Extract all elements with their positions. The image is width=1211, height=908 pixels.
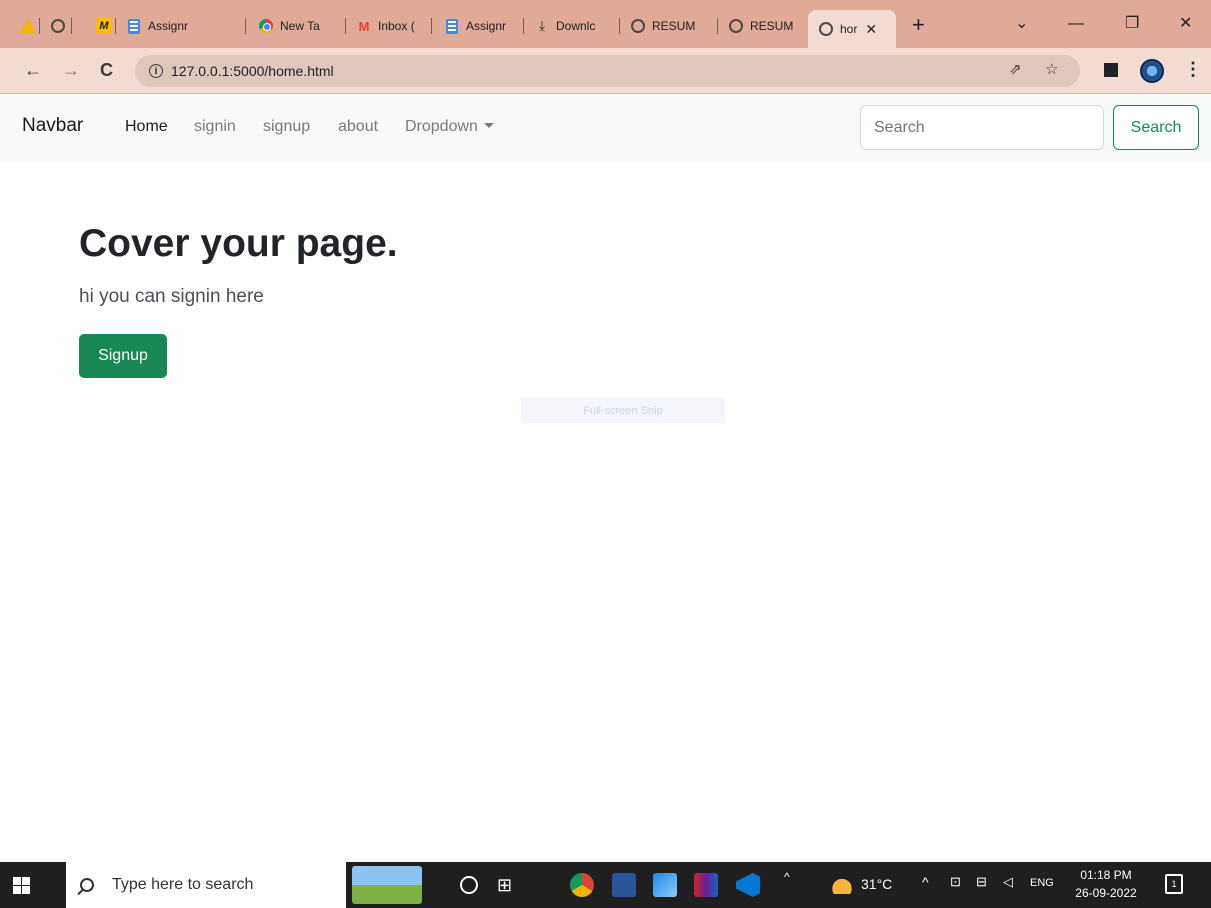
- nav-link-home[interactable]: Home: [125, 118, 168, 136]
- google-docs-icon: [444, 18, 460, 34]
- side-panel-icon[interactable]: [1104, 63, 1118, 77]
- nav-dropdown-label: Dropdown: [405, 118, 478, 135]
- tab-google-drive[interactable]: [14, 12, 40, 40]
- battery-icon[interactable]: ⊡: [950, 874, 961, 890]
- google-drive-icon: [20, 18, 36, 34]
- taskbar-search-box[interactable]: Type here to search: [66, 862, 346, 908]
- browser-toolbar: ← → C i 127.0.0.1:5000/home.html ⇗ ☆ ⋮: [0, 48, 1211, 94]
- tab-home-active[interactable]: hor ✕: [808, 10, 896, 48]
- tab-assignment-1[interactable]: Assignr: [120, 12, 246, 40]
- chrome-taskbar-icon[interactable]: [570, 873, 594, 897]
- minimize-button[interactable]: —: [1068, 14, 1084, 34]
- site-info-icon[interactable]: i: [149, 64, 163, 78]
- language-indicator[interactable]: ENG: [1030, 877, 1054, 889]
- winrar-icon[interactable]: [694, 873, 718, 897]
- google-docs-icon: [126, 18, 142, 34]
- search-button[interactable]: Search: [1113, 105, 1199, 150]
- tab-search-icon[interactable]: ⌄: [1015, 14, 1028, 34]
- close-window-button[interactable]: ✕: [1179, 14, 1192, 34]
- clock-time: 01:18 PM: [1080, 868, 1132, 882]
- word-icon[interactable]: [612, 873, 636, 897]
- cortana-icon[interactable]: [460, 876, 478, 894]
- site-navbar: Navbar Home signin signup about Dropdown…: [0, 95, 1211, 161]
- download-icon: ⤓: [539, 18, 545, 33]
- profile-avatar[interactable]: [1140, 59, 1164, 83]
- notification-center-icon[interactable]: 1: [1165, 874, 1183, 894]
- tab-miro[interactable]: M: [76, 12, 116, 40]
- lead-text: hi you can signin here: [79, 286, 264, 307]
- globe-icon: [728, 18, 744, 34]
- bookmark-star-icon[interactable]: ☆: [1045, 60, 1058, 78]
- tab-resume-1[interactable]: RESUM: [624, 12, 718, 40]
- search-highlight-illustration[interactable]: [352, 866, 422, 904]
- tab-assignment-2[interactable]: Assignr: [438, 12, 524, 40]
- tab-resume-2[interactable]: RESUM: [722, 12, 806, 40]
- navbar-brand[interactable]: Navbar: [22, 115, 83, 137]
- windows-taskbar: Type here to search ⊞ ^ 31°C ^ ⊡ ⊟ ◁ ENG…: [0, 862, 1211, 908]
- windows-start-icon[interactable]: [13, 877, 30, 894]
- reload-icon[interactable]: C: [100, 60, 113, 80]
- weather-icon[interactable]: [832, 876, 852, 894]
- restore-button[interactable]: ❐: [1125, 14, 1139, 34]
- globe-icon: [818, 21, 834, 37]
- volume-muted-icon[interactable]: ◁: [1003, 874, 1013, 890]
- globe-icon: [630, 18, 646, 34]
- tab-new-tab[interactable]: New Ta: [252, 12, 346, 40]
- browser-menu-icon[interactable]: ⋮: [1184, 59, 1202, 80]
- back-arrow-icon[interactable]: ←: [24, 60, 42, 80]
- tab-strip: M Assignr New Ta M Inbox ( Assignr ⤓ Dow…: [0, 0, 1211, 48]
- chrome-icon: [258, 18, 274, 34]
- vscode-icon[interactable]: [736, 873, 760, 897]
- snip-overlay-hint: Full-screen Snip: [521, 398, 725, 423]
- search-input[interactable]: [860, 105, 1104, 150]
- nav-link-signup[interactable]: signup: [263, 118, 310, 136]
- tab-inbox[interactable]: M Inbox (: [350, 12, 432, 40]
- screen: M Assignr New Ta M Inbox ( Assignr ⤓ Dow…: [0, 0, 1211, 908]
- clock-date: 26-09-2022: [1075, 886, 1137, 900]
- nav-link-about[interactable]: about: [338, 118, 378, 136]
- nav-link-signin[interactable]: signin: [194, 118, 236, 136]
- globe-icon: [50, 18, 66, 34]
- network-icon[interactable]: ⊟: [976, 874, 987, 890]
- weather-temperature[interactable]: 31°C: [861, 876, 892, 892]
- system-clock[interactable]: 01:18 PM 26-09-2022: [1072, 866, 1140, 902]
- forward-arrow-icon[interactable]: →: [62, 60, 80, 80]
- chevron-up-icon[interactable]: ^: [784, 870, 790, 884]
- tray-expand-icon[interactable]: ^: [922, 874, 929, 890]
- miro-icon: M: [96, 18, 112, 34]
- gmail-icon: M: [358, 18, 370, 34]
- new-tab-button[interactable]: +: [912, 14, 925, 36]
- address-bar[interactable]: i 127.0.0.1:5000/home.html ⇗ ☆: [135, 55, 1080, 87]
- search-icon: [80, 878, 94, 892]
- caret-down-icon: [483, 123, 494, 128]
- close-tab-icon[interactable]: ✕: [865, 21, 877, 38]
- url-text: 127.0.0.1:5000/home.html: [171, 63, 334, 79]
- signup-button[interactable]: Signup: [79, 334, 167, 378]
- app-icon[interactable]: [653, 873, 677, 897]
- tab-globe[interactable]: [44, 12, 72, 40]
- tab-downloads[interactable]: ⤓ Downlc: [528, 12, 620, 40]
- taskbar-search-placeholder: Type here to search: [112, 876, 254, 893]
- share-icon[interactable]: ⇗: [1009, 60, 1022, 78]
- page-title: Cover your page.: [79, 222, 398, 265]
- task-view-icon[interactable]: ⊞: [497, 876, 512, 894]
- nav-dropdown-toggle[interactable]: Dropdown: [405, 118, 494, 136]
